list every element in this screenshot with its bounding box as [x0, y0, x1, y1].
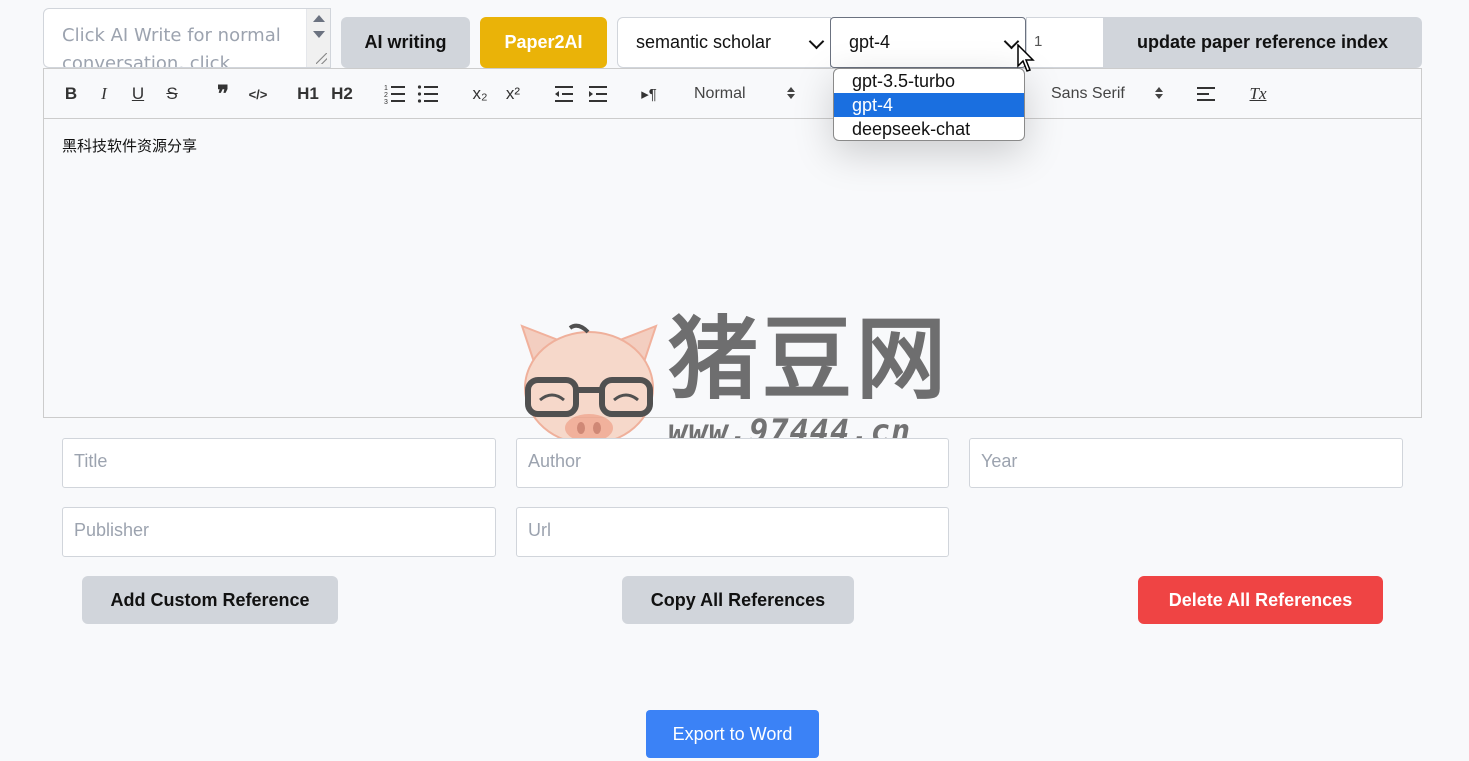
subscript-button[interactable]: x₂	[468, 83, 492, 105]
picker-down-icon	[1155, 94, 1163, 99]
superscript-button[interactable]: x²	[501, 83, 525, 105]
bullet-list-icon[interactable]	[417, 83, 439, 105]
pig-watermark-icon	[520, 323, 658, 445]
url-field[interactable]: Url	[516, 507, 949, 557]
scroll-down-icon[interactable]	[313, 31, 325, 38]
source-select-value: semantic scholar	[636, 32, 772, 52]
prompt-placeholder-line1: Click AI Write for normal	[62, 25, 281, 46]
model-select[interactable]: gpt-4	[830, 17, 1026, 68]
scroll-up-icon[interactable]	[313, 15, 325, 22]
text-direction-icon[interactable]: ▸¶	[638, 83, 660, 105]
font-picker[interactable]: Sans Serif	[1051, 83, 1141, 105]
picker-up-icon	[787, 87, 795, 92]
chevron-down-icon	[808, 33, 825, 50]
svg-text:3: 3	[384, 99, 388, 105]
heading-picker[interactable]: Normal	[694, 83, 754, 105]
picker-up-icon	[1155, 87, 1163, 92]
heading2-button[interactable]: H2	[330, 83, 354, 105]
model-option-selected[interactable]: gpt-4	[834, 93, 1024, 117]
prompt-textarea[interactable]: Click AI Write for normal conversation, …	[43, 8, 331, 68]
svg-text:1: 1	[384, 85, 388, 92]
title-field[interactable]: Title	[62, 438, 496, 488]
align-icon[interactable]	[1196, 83, 1216, 105]
outdent-icon[interactable]	[554, 83, 574, 105]
copy-all-references-button[interactable]: Copy All References	[622, 576, 854, 624]
delete-all-references-button[interactable]: Delete All References	[1138, 576, 1383, 624]
clear-format-icon[interactable]: Tx	[1246, 83, 1270, 105]
strike-button[interactable]: S	[164, 83, 180, 105]
editor-text: 黑科技软件资源分享	[62, 137, 198, 155]
prompt-scrollbar[interactable]	[306, 9, 330, 67]
ai-writing-button[interactable]: AI writing	[341, 17, 470, 68]
count-input[interactable]: 1	[1026, 17, 1104, 68]
underline-button[interactable]: U	[130, 83, 146, 105]
model-option[interactable]: gpt-3.5-turbo	[834, 69, 1024, 93]
prompt-placeholder-line2: conversation, click	[62, 53, 230, 68]
model-select-value: gpt-4	[849, 32, 891, 52]
code-block-icon[interactable]: </>	[246, 83, 270, 105]
publisher-field[interactable]: Publisher	[62, 507, 496, 557]
ordered-list-icon[interactable]: 1 2 3	[384, 83, 406, 105]
paper2ai-button[interactable]: Paper2AI	[480, 17, 607, 68]
year-field[interactable]: Year	[969, 438, 1403, 488]
watermark-title: 猪豆网	[668, 307, 950, 412]
export-to-word-button[interactable]: Export to Word	[646, 710, 819, 758]
indent-icon[interactable]	[588, 83, 608, 105]
italic-button[interactable]: I	[96, 83, 112, 105]
model-option[interactable]: deepseek-chat	[834, 117, 1024, 140]
heading1-button[interactable]: H1	[296, 83, 320, 105]
svg-text:2: 2	[384, 92, 388, 99]
mouse-cursor-icon	[1017, 44, 1035, 72]
update-reference-index-button[interactable]: update paper reference index	[1103, 17, 1422, 68]
editor-toolbar: B I U S ❞ </> H1 H2 1 2 3 x₂ x² ▸¶ Norma…	[43, 68, 1422, 119]
blockquote-icon[interactable]: ❞	[212, 81, 234, 106]
bold-button[interactable]: B	[63, 83, 79, 105]
resize-grip-icon[interactable]	[316, 53, 327, 64]
add-custom-reference-button[interactable]: Add Custom Reference	[82, 576, 338, 624]
source-select[interactable]: semantic scholar	[617, 17, 831, 68]
model-dropdown-list: gpt-3.5-turbo gpt-4 deepseek-chat	[833, 68, 1025, 141]
picker-down-icon	[787, 94, 795, 99]
author-field[interactable]: Author	[516, 438, 949, 488]
